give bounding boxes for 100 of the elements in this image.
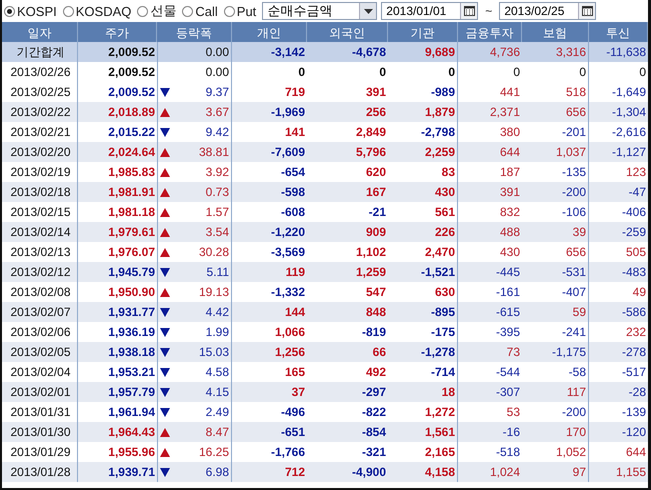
column-header[interactable]: 금융투자 xyxy=(458,22,522,44)
change-cell: 3.92 xyxy=(206,165,229,179)
up-triangle-icon xyxy=(160,288,170,296)
down-triangle-icon xyxy=(160,468,170,476)
value-cell: 1,037 xyxy=(522,142,589,162)
value-cell: 167 xyxy=(307,182,388,202)
up-triangle-icon xyxy=(160,448,170,456)
value-cell: 848 xyxy=(307,302,388,322)
down-triangle-icon xyxy=(160,408,170,416)
column-header[interactable]: 일자 xyxy=(2,22,78,44)
value-cell: 170 xyxy=(522,422,589,442)
down-triangle-icon xyxy=(160,328,170,336)
column-header[interactable]: 투신 xyxy=(589,22,648,44)
change-cell: 3.54 xyxy=(206,225,229,239)
down-triangle-icon xyxy=(160,388,170,396)
change-cell: 0.00 xyxy=(206,45,229,59)
down-triangle-icon xyxy=(160,368,170,376)
column-header[interactable]: 등락폭 xyxy=(157,22,232,44)
change-cell: 16.25 xyxy=(198,445,229,459)
date-cell: 2013/02/18 xyxy=(2,182,78,202)
change-cell: 4.58 xyxy=(206,365,229,379)
value-cell: 430 xyxy=(388,182,458,202)
value-cell: -445 xyxy=(458,262,522,282)
value-cell: 2,259 xyxy=(388,142,458,162)
value-cell: 4,158 xyxy=(388,462,458,482)
change-cell: 4.42 xyxy=(206,305,229,319)
column-header[interactable]: 주가 xyxy=(78,22,157,44)
value-cell: -1,175 xyxy=(522,342,589,362)
value-cell: -3,142 xyxy=(232,42,307,62)
value-cell: 117 xyxy=(522,382,589,402)
change-cell: 1.57 xyxy=(206,205,229,219)
value-cell: 1,259 xyxy=(307,262,388,282)
market-radio[interactable]: Call xyxy=(182,4,218,18)
caret-icon xyxy=(364,8,373,14)
value-cell: 119 xyxy=(232,262,307,282)
value-cell: -586 xyxy=(589,302,648,322)
column-header[interactable]: 기관 xyxy=(388,22,458,44)
date-cell: 2013/01/28 xyxy=(2,462,78,482)
market-radio[interactable]: KOSDAQ xyxy=(62,4,132,18)
value-cell: -47 xyxy=(589,182,648,202)
up-triangle-icon xyxy=(160,108,170,116)
value-cell: 1,024 xyxy=(458,462,522,482)
value-cell: 2,371 xyxy=(458,102,522,122)
end-date-field[interactable]: 2013/02/25 xyxy=(499,2,596,20)
start-date-field[interactable]: 2013/01/01 xyxy=(381,2,478,20)
value-cell: -651 xyxy=(232,422,307,442)
market-radio[interactable]: 선물 xyxy=(137,2,176,20)
column-header[interactable]: 외국인 xyxy=(307,22,388,44)
value-cell: -1,278 xyxy=(388,342,458,362)
calendar-icon xyxy=(464,6,475,16)
up-triangle-icon xyxy=(160,428,170,436)
value-cell: -28 xyxy=(589,382,648,402)
column-header[interactable]: 개인 xyxy=(232,22,307,44)
value-cell: -483 xyxy=(589,262,648,282)
price-cell: 2,024.64 xyxy=(78,142,157,162)
value-cell: -895 xyxy=(388,302,458,322)
change-cell: 19.13 xyxy=(198,285,229,299)
change-cell: 6.98 xyxy=(206,465,229,479)
value-cell: 39 xyxy=(522,222,589,242)
date-cell: 2013/02/05 xyxy=(2,342,78,362)
value-cell: 4,736 xyxy=(458,42,522,62)
value-cell: -7,609 xyxy=(232,142,307,162)
change-cell: 9.42 xyxy=(206,125,229,139)
market-radio[interactable]: Put xyxy=(224,4,256,18)
change-cell: 9.37 xyxy=(206,85,229,99)
value-cell: 1,561 xyxy=(388,422,458,442)
value-cell: -598 xyxy=(232,182,307,202)
column-header[interactable]: 보험 xyxy=(522,22,589,44)
price-cell: 1,981.91 xyxy=(78,182,157,202)
up-triangle-icon xyxy=(160,188,170,196)
date-cell: 2013/02/20 xyxy=(2,142,78,162)
value-cell: -200 xyxy=(522,182,589,202)
value-cell: 144 xyxy=(232,302,307,322)
price-cell: 2,018.89 xyxy=(78,102,157,122)
value-cell: -297 xyxy=(307,382,388,402)
price-cell: 1,931.77 xyxy=(78,302,157,322)
value-cell: 712 xyxy=(232,462,307,482)
value-cell: 488 xyxy=(458,222,522,242)
up-triangle-icon xyxy=(160,168,170,176)
price-cell: 1,957.79 xyxy=(78,382,157,402)
price-cell: 2,009.52 xyxy=(78,42,157,62)
value-cell: 1,155 xyxy=(589,462,648,482)
value-cell: 909 xyxy=(307,222,388,242)
value-cell: -278 xyxy=(589,342,648,362)
value-cell: -615 xyxy=(458,302,522,322)
price-cell: 1,945.79 xyxy=(78,262,157,282)
value-cell: 9,689 xyxy=(388,42,458,62)
value-cell: -307 xyxy=(458,382,522,402)
market-radio[interactable]: KOSPI xyxy=(4,4,57,18)
change-cell: 4.15 xyxy=(206,385,229,399)
date-cell: 2013/01/30 xyxy=(2,422,78,442)
value-cell: 391 xyxy=(458,182,522,202)
mode-dropdown[interactable]: 순매수금액 xyxy=(262,2,378,20)
date-cell: 2013/02/22 xyxy=(2,102,78,122)
range-separator: ~ xyxy=(484,4,494,18)
change-cell: 0.73 xyxy=(206,185,229,199)
value-cell: 3,316 xyxy=(522,42,589,62)
date-cell: 2013/02/12 xyxy=(2,262,78,282)
value-cell: 73 xyxy=(458,342,522,362)
price-cell: 1,979.61 xyxy=(78,222,157,242)
